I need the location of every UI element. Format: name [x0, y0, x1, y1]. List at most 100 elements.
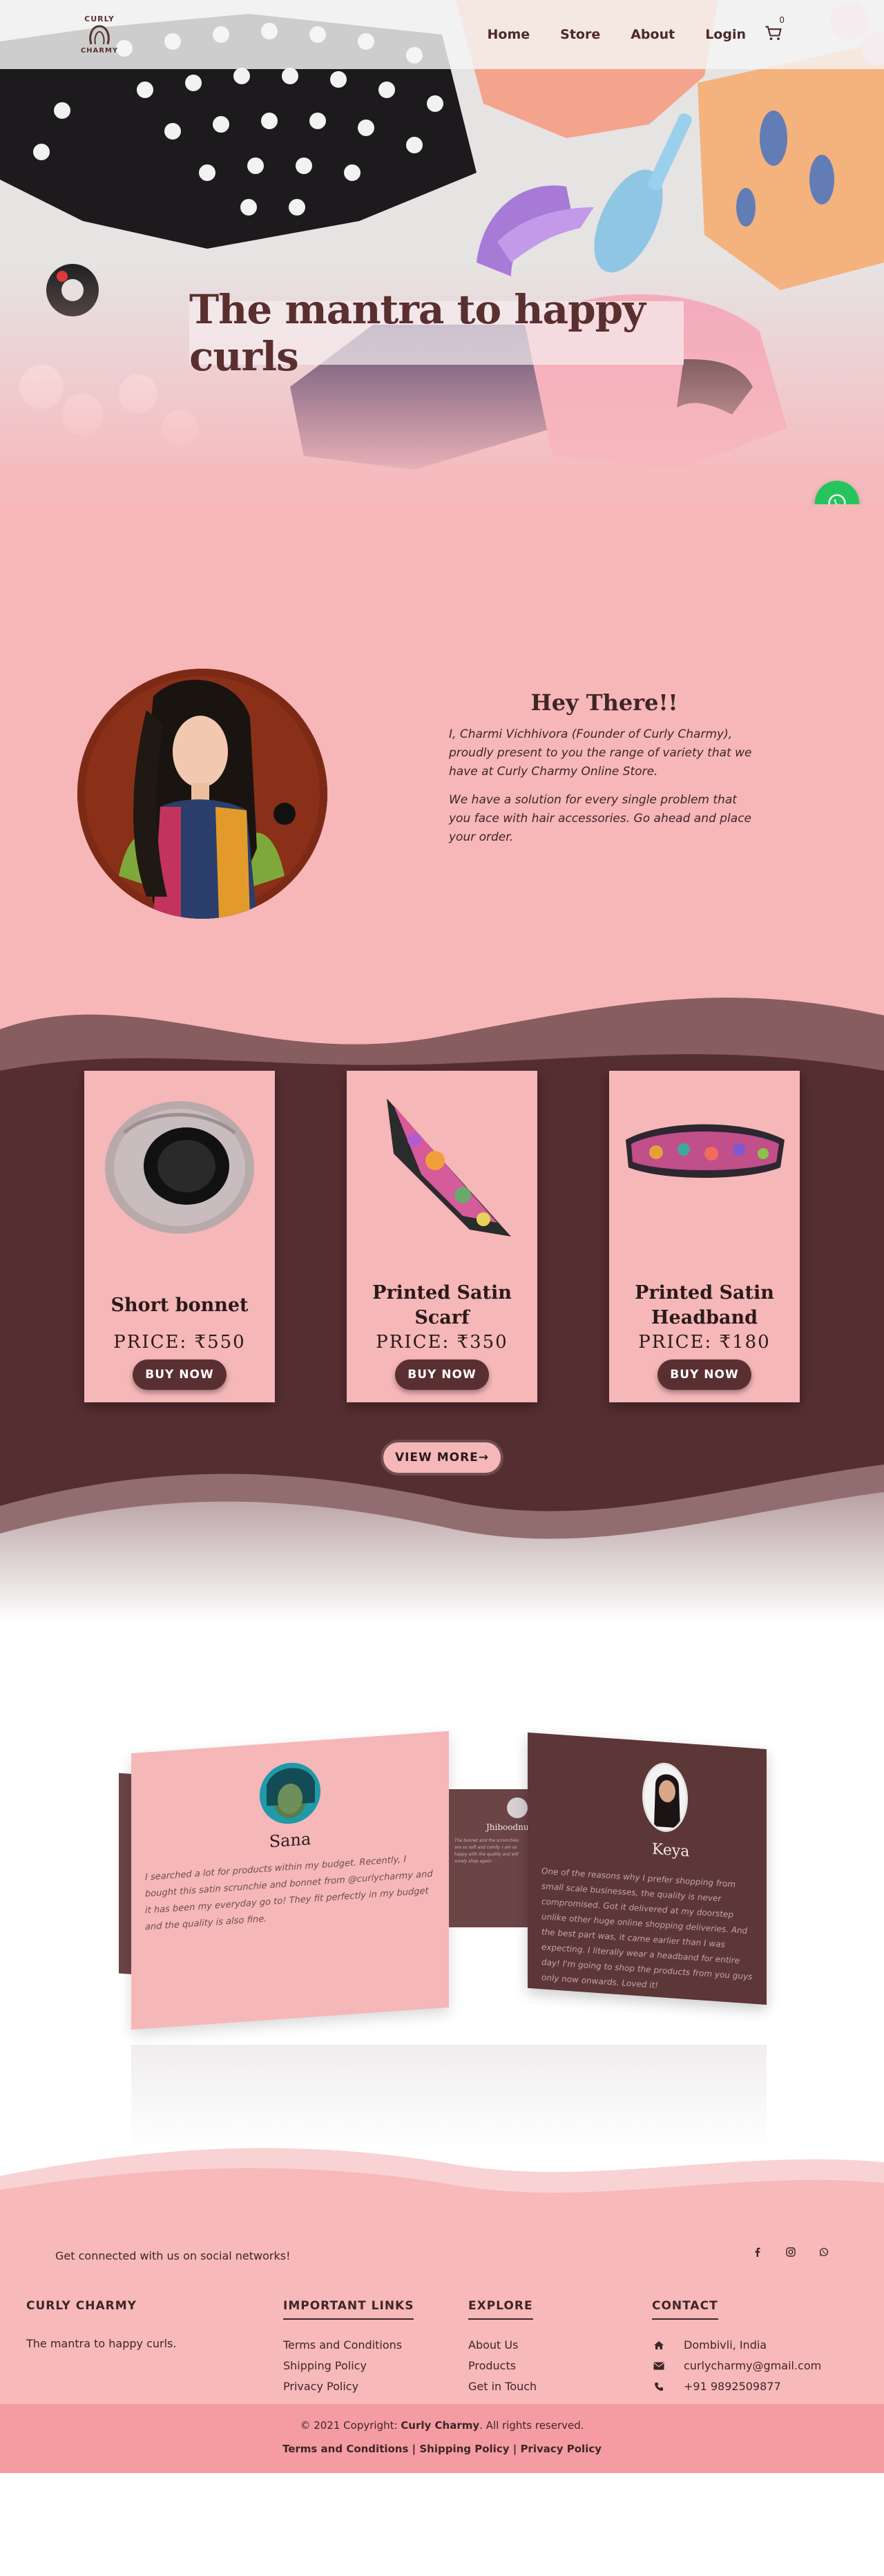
testimonial-reflection	[131, 2045, 767, 2148]
about-heading: Hey There!!	[530, 689, 678, 716]
founder-illustration	[77, 669, 327, 919]
footer-email-text: curlycharmy@gmail.com	[684, 2359, 822, 2372]
logo-curl-icon	[89, 25, 110, 45]
copyright-prefix: © 2021 Copyright:	[300, 2419, 398, 2432]
cart-icon	[765, 26, 782, 41]
footer-location: Dombivli, India	[652, 2335, 821, 2356]
hero-section: CURLY CHARMY Home Store About Login 0 Th…	[0, 0, 884, 504]
instagram-icon[interactable]	[786, 2246, 796, 2257]
founder-portrait	[77, 669, 327, 919]
footer-link-about[interactable]: About Us	[468, 2335, 537, 2356]
footer-explore-heading: EXPLORE	[468, 2299, 533, 2320]
nav-home-link[interactable]: Home	[488, 27, 530, 42]
avatar-image	[260, 1760, 320, 1826]
footer: Get connected with us on social networks…	[0, 2231, 884, 2473]
home-icon	[652, 2340, 666, 2350]
avatar-image	[644, 1763, 688, 1834]
social-row: Get connected with us on social networks…	[55, 2244, 829, 2269]
footer-phone-text: +91 9892509877	[684, 2380, 781, 2393]
envelope-icon	[652, 2362, 666, 2370]
avatar	[507, 1797, 528, 1818]
footer-link-shipping[interactable]: Shipping Policy	[283, 2356, 414, 2376]
footer-brand-column: CURLY CHARMY The mantra to happy curls.	[26, 2299, 176, 2354]
bottom-link-terms[interactable]: Terms and Conditions	[282, 2443, 408, 2455]
product-image-headband[interactable]	[622, 1091, 787, 1250]
logo-text-top: CURLY	[84, 15, 115, 23]
products-section: Short bonnet PRICE: ₹550 BUY NOW Printed…	[0, 1071, 884, 1623]
about-text: Hey There!! I, Charmi Vichhivora (Founde…	[449, 689, 760, 857]
avatar	[260, 1760, 320, 1826]
product-card: Short bonnet PRICE: ₹550 BUY NOW	[84, 1071, 275, 1402]
bottom-link-shipping[interactable]: Shipping Policy	[419, 2443, 509, 2455]
cart-button[interactable]: 0	[764, 15, 787, 44]
brand-logo[interactable]: CURLY CHARMY	[69, 7, 130, 62]
testimonial-text: The bonnet and the scrunchies are so sof…	[454, 1838, 519, 1864]
testimonials-section: Sana I searched a lot for products withi…	[0, 1623, 884, 2231]
product-card: Printed Satin Headband PRICE: ₹180 BUY N…	[609, 1071, 800, 1402]
footer-link-terms[interactable]: Terms and Conditions	[283, 2335, 414, 2356]
copyright-suffix: . All rights reserved.	[479, 2419, 584, 2432]
footer-phone[interactable]: +91 9892509877	[652, 2376, 821, 2397]
products-wave-divider	[0, 1464, 884, 1623]
hero-background-image	[0, 0, 884, 484]
testimonial-text: One of the reasons why I prefer shopping…	[541, 1866, 753, 1991]
nav-about-link[interactable]: About	[631, 27, 675, 42]
social-icons	[753, 2246, 829, 2257]
testimonial-text: I searched a lot for products within my …	[145, 1854, 433, 1933]
whatsapp-icon[interactable]	[819, 2246, 829, 2257]
footer-contact-column: CONTACT Dombivli, India curlycharmy@gmai…	[652, 2299, 821, 2397]
product-price: PRICE: ₹180	[638, 1332, 771, 1353]
about-paragraph-1: I, Charmi Vichhivora (Founder of Curly C…	[449, 727, 752, 779]
hero-title: The mantra to happy curls	[189, 286, 646, 380]
footer-brand-heading: CURLY CHARMY	[26, 2299, 137, 2313]
whatsapp-icon	[828, 494, 846, 504]
product-price: PRICE: ₹550	[113, 1332, 246, 1353]
product-image-bonnet[interactable]	[97, 1091, 262, 1250]
product-name: Printed Satin Scarf	[372, 1282, 512, 1328]
footer-link-contact[interactable]: Get in Touch	[468, 2376, 537, 2397]
bottom-links: Terms and Conditions | Shipping Policy |…	[0, 2443, 884, 2455]
testimonial-card[interactable]: Keya One of the reasons why I prefer sho…	[528, 1732, 767, 2005]
hero-title-box: The mantra to happy curls	[189, 286, 684, 380]
product-image-scarf[interactable]	[359, 1091, 525, 1250]
cart-count: 0	[779, 15, 785, 25]
footer-explore-column: EXPLORE About Us Products Get in Touch	[468, 2299, 537, 2397]
copyright-text: © 2021 Copyright: Curly Charmy. All righ…	[0, 2404, 884, 2432]
footer-wave-divider	[0, 2148, 884, 2231]
product-name: Printed Satin Headband	[635, 1282, 774, 1328]
logo-text-bottom: CHARMY	[80, 47, 119, 55]
bottom-link-separator: |	[509, 2443, 521, 2455]
buy-now-button[interactable]: BUY NOW	[657, 1359, 751, 1390]
testimonial-card[interactable]: Sana I searched a lot for products withi…	[131, 1730, 449, 2030]
nav-store-link[interactable]: Store	[560, 27, 600, 42]
footer-link-privacy[interactable]: Privacy Policy	[283, 2376, 414, 2397]
about-section: Hey There!! I, Charmi Vichhivora (Founde…	[0, 504, 884, 988]
phone-icon	[652, 2382, 666, 2392]
testimonial-name: Jhiboodnu	[486, 1822, 529, 1832]
product-name: Short bonnet	[110, 1295, 249, 1316]
footer-location-text: Dombivli, India	[684, 2338, 767, 2351]
buy-now-button[interactable]: BUY NOW	[133, 1359, 227, 1390]
footer-link-products[interactable]: Products	[468, 2356, 537, 2376]
facebook-icon[interactable]	[753, 2246, 762, 2257]
testimonial-name: Keya	[652, 1840, 690, 1861]
product-price: PRICE: ₹350	[376, 1332, 508, 1353]
buy-now-button[interactable]: BUY NOW	[395, 1359, 489, 1390]
social-text: Get connected with us on social networks…	[55, 2249, 291, 2262]
bottom-link-separator: |	[408, 2443, 420, 2455]
footer-links-column: IMPORTANT LINKS Terms and Conditions Shi…	[283, 2299, 414, 2397]
footer-tagline: The mantra to happy curls.	[26, 2337, 177, 2350]
product-card: Printed Satin Scarf PRICE: ₹350 BUY NOW	[347, 1071, 537, 1402]
footer-email[interactable]: curlycharmy@gmail.com	[652, 2356, 821, 2376]
testimonial-card[interactable]: Jhiboodnu The bonnet and the scrunchies …	[449, 1789, 529, 1927]
footer-contact-heading: CONTACT	[652, 2299, 718, 2320]
bottom-link-privacy[interactable]: Privacy Policy	[520, 2443, 602, 2455]
copyright-bar: © 2021 Copyright: Curly Charmy. All righ…	[0, 2404, 884, 2473]
whatsapp-button[interactable]	[815, 481, 859, 504]
copyright-brand[interactable]: Curly Charmy	[401, 2419, 479, 2432]
footer-links-heading: IMPORTANT LINKS	[283, 2299, 414, 2320]
section-wave-divider	[0, 988, 884, 1071]
nav-login-link[interactable]: Login	[705, 27, 746, 42]
product-cards: Short bonnet PRICE: ₹550 BUY NOW Printed…	[84, 1071, 800, 1402]
top-navbar: CURLY CHARMY Home Store About Login 0	[0, 0, 884, 69]
